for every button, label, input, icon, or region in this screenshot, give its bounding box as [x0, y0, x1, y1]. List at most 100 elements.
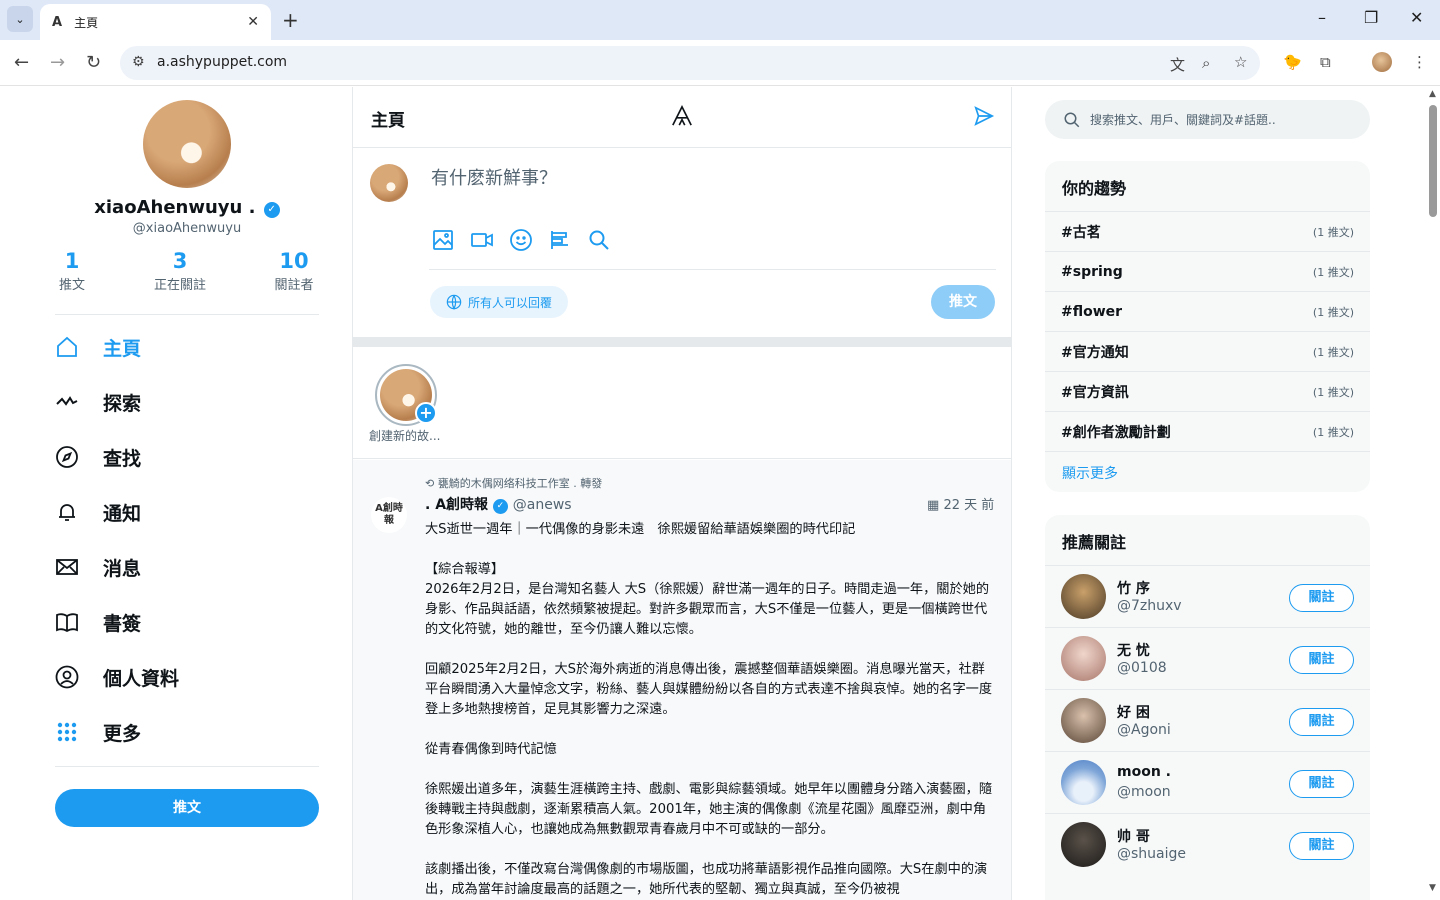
follow-button[interactable]: 關註 — [1289, 708, 1354, 736]
compass-icon — [56, 446, 78, 468]
video-icon[interactable] — [470, 228, 494, 252]
recommend-user[interactable]: 帅 哥 @shuaige 關註 — [1045, 813, 1370, 875]
tab-search-icon[interactable]: ⌄ — [7, 6, 33, 32]
compose-input[interactable]: 有什麽新鮮事？ — [431, 164, 557, 190]
nav-item-bookmarks[interactable]: 書簽 — [55, 604, 141, 640]
search-icon[interactable] — [587, 228, 611, 252]
stat-tweets[interactable]: 1 推文 — [32, 249, 112, 293]
nav-item-more[interactable]: 更多 — [55, 714, 141, 750]
trend-item[interactable]: #官方資訊 (1 推文) — [1045, 371, 1370, 411]
stat-label: 推文 — [58, 278, 85, 293]
address-bar[interactable]: ⚙ a.ashypuppet.com 文 ⌕ ☆ — [120, 46, 1260, 80]
translate-icon[interactable]: 文 — [1170, 54, 1185, 75]
browser-menu-icon[interactable]: ⋮ — [1412, 53, 1427, 71]
post-button[interactable]: 推文 — [931, 285, 995, 319]
nav-label: 查找 — [103, 447, 142, 470]
trend-item[interactable]: #創作者激勵計劃 (1 推文) — [1045, 411, 1370, 451]
poll-icon[interactable] — [548, 228, 572, 252]
forward-icon[interactable]: → — [50, 52, 65, 73]
sidebar-tweet-button[interactable]: 推文 — [55, 789, 319, 827]
browser-profile-avatar[interactable] — [1372, 52, 1392, 72]
post-body: 大S逝世一週年｜一代偶像的身影未遠 徐熙媛留給華語娛樂圈的時代印記 【綜合報導】… — [425, 520, 997, 900]
profile-name[interactable]: xiaoAhenwuyu . ✓ — [0, 197, 374, 218]
nav-item-explore[interactable]: 探索 — [55, 384, 141, 420]
pulse-icon — [56, 396, 78, 406]
follow-button[interactable]: 關註 — [1289, 646, 1354, 674]
author-avatar[interactable]: A創時報 — [371, 497, 407, 533]
trend-item[interactable]: #官方通知 (1 推文) — [1045, 331, 1370, 371]
nav-label: 通知 — [103, 502, 142, 525]
trend-item[interactable]: #古茗 (1 推文) — [1045, 211, 1370, 251]
follow-button[interactable]: 關註 — [1289, 584, 1354, 612]
user-name: 无 忧 — [1117, 643, 1150, 659]
divider — [429, 269, 996, 270]
stat-value: 10 — [279, 249, 309, 273]
add-story-icon[interactable]: + — [415, 402, 437, 424]
user-avatar[interactable] — [1061, 698, 1106, 743]
follow-button[interactable]: 關註 — [1289, 832, 1354, 860]
maximize-icon[interactable]: ❐ — [1364, 8, 1378, 27]
main-timeline: 主頁 有什麽新鮮事？ 所有人可以回覆 推文 + 創建新的故... ⟲ 甕觭的木偶… — [352, 87, 1012, 900]
stat-following[interactable]: 3 正在關註 — [140, 249, 220, 293]
zoom-icon[interactable]: ⌕ — [1202, 54, 1210, 72]
follow-button[interactable]: 關註 — [1289, 770, 1354, 798]
user-handle: @Agoni — [1117, 722, 1171, 738]
nav-item-find[interactable]: 查找 — [55, 439, 141, 475]
nav-item-messages[interactable]: 消息 — [55, 549, 141, 585]
user-avatar[interactable] — [1061, 636, 1106, 681]
composer-avatar — [370, 164, 408, 202]
tab-close-icon[interactable]: ✕ — [247, 14, 259, 30]
nav-label: 個人資料 — [103, 667, 180, 690]
timeline-post[interactable]: ⟲ 甕觭的木偶网络科技工作室 . 轉發 A創時報 . A創時報 ✓ @anews… — [353, 460, 1011, 900]
trend-count: (1 推文) — [1312, 225, 1354, 239]
user-avatar[interactable] — [1061, 822, 1106, 867]
trend-item[interactable]: #spring (1 推文) — [1045, 251, 1370, 291]
author-avatar-text: A創時報 — [375, 503, 403, 526]
user-name: 帅 哥 — [1117, 829, 1150, 845]
trend-item[interactable]: #flower (1 推文) — [1045, 291, 1370, 331]
recommend-user[interactable]: 无 忧 @0108 關註 — [1045, 627, 1370, 689]
reload-icon[interactable]: ↻ — [86, 52, 101, 73]
grid-dots-icon — [57, 722, 77, 742]
url-text[interactable]: a.ashypuppet.com — [157, 54, 287, 70]
divider — [55, 314, 319, 315]
mail-icon — [56, 559, 78, 575]
scroll-up-icon[interactable]: ▲ — [1429, 89, 1436, 99]
nav-item-profile[interactable]: 個人資料 — [55, 659, 179, 695]
profile-name-text: xiaoAhenwuyu . — [94, 197, 256, 218]
recommend-panel: 推薦關註 竹 序 @7zhuxv 關註 无 忧 @0108 關註 好 困 @Ag… — [1045, 515, 1370, 900]
nav-item-home[interactable]: 主頁 — [55, 329, 141, 365]
extension-icon[interactable]: 🐤 — [1283, 53, 1302, 71]
send-icon[interactable] — [973, 105, 995, 127]
recommend-user[interactable]: moon . @moon 關註 — [1045, 751, 1370, 813]
stat-followers[interactable]: 10 關註者 — [254, 249, 334, 293]
scroll-down-icon[interactable]: ▼ — [1429, 883, 1436, 893]
nav-label: 書簽 — [103, 612, 142, 635]
new-tab-icon[interactable]: + — [282, 8, 299, 32]
browser-tab-strip: ⌄ A 主頁 ✕ + – ❐ ✕ — [0, 0, 1440, 40]
scrollbar-thumb[interactable] — [1429, 105, 1437, 217]
user-avatar[interactable] — [1061, 760, 1106, 805]
site-info-icon[interactable]: ⚙ — [132, 54, 145, 70]
recommend-user[interactable]: 好 困 @Agoni 關註 — [1045, 689, 1370, 751]
close-icon[interactable]: ✕ — [1410, 8, 1423, 27]
trend-tag: #官方通知 — [1061, 344, 1129, 361]
show-more-link[interactable]: 顯示更多 — [1045, 451, 1370, 491]
post-author[interactable]: . A創時報 ✓ @anews — [425, 494, 572, 514]
search-input[interactable]: 搜索推文、用戶、關鍵詞及#話題.. — [1045, 100, 1370, 139]
recommend-user[interactable]: 竹 序 @7zhuxv 關註 — [1045, 565, 1370, 627]
site-logo-icon[interactable] — [671, 105, 693, 127]
extensions-puzzle-icon[interactable]: ⧉ — [1320, 53, 1331, 71]
reply-setting-button[interactable]: 所有人可以回覆 — [430, 286, 569, 318]
profile-avatar[interactable] — [143, 100, 231, 188]
nav-item-notifications[interactable]: 通知 — [55, 494, 141, 530]
image-icon[interactable] — [431, 228, 455, 252]
page-scrollbar[interactable]: ▲ ▼ — [1426, 87, 1440, 900]
emoji-icon[interactable] — [509, 228, 533, 252]
minimize-icon[interactable]: – — [1318, 8, 1326, 27]
browser-tab[interactable]: A 主頁 ✕ — [40, 4, 271, 40]
user-avatar[interactable] — [1061, 574, 1106, 619]
back-icon[interactable]: ← — [14, 52, 29, 73]
repost-text: 甕觭的木偶网络科技工作室 . 轉發 — [437, 477, 603, 490]
bookmark-star-icon[interactable]: ☆ — [1234, 53, 1247, 71]
